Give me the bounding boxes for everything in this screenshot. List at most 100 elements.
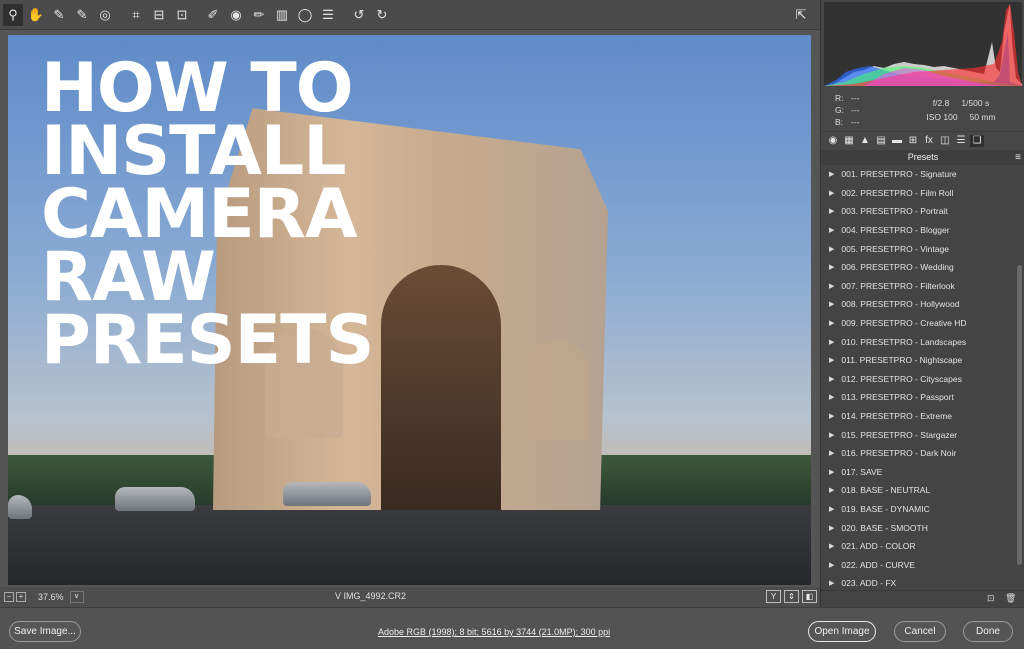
- g-value: ---: [851, 105, 860, 115]
- disclosure-triangle-icon[interactable]: ▶: [829, 189, 834, 197]
- preset-folder[interactable]: ▶ 014. PRESETPRO - Extreme: [821, 407, 1024, 426]
- panel-tab-icon[interactable]: fx: [922, 135, 936, 147]
- preset-folder[interactable]: ▶ 018. BASE - NEUTRAL: [821, 481, 1024, 500]
- preset-folder[interactable]: ▶ 022. ADD - CURVE: [821, 555, 1024, 574]
- disclosure-triangle-icon[interactable]: ▶: [829, 245, 834, 253]
- disclosure-triangle-icon[interactable]: ▶: [829, 579, 834, 587]
- preset-folder[interactable]: ▶ 011. PRESETPRO - Nightscape: [821, 351, 1024, 370]
- disclosure-triangle-icon[interactable]: ▶: [829, 226, 834, 234]
- panel-tab-icon[interactable]: ◉: [826, 135, 840, 147]
- headline-line: RAW: [41, 238, 216, 317]
- panel-tab-icon[interactable]: ◫: [938, 135, 952, 147]
- preset-folder[interactable]: ▶ 004. PRESETPRO - Blogger: [821, 221, 1024, 240]
- rotate-left-icon[interactable]: ↺: [349, 4, 369, 26]
- preset-folder[interactable]: ▶ 013. PRESETPRO - Passport: [821, 388, 1024, 407]
- panel-tab-icon[interactable]: ☰: [954, 135, 968, 147]
- preset-folder[interactable]: ▶ 007. PRESETPRO - Filterlook: [821, 277, 1024, 296]
- preset-folder[interactable]: ▶ 016. PRESETPRO - Dark Noir: [821, 444, 1024, 463]
- presets-header: Presets ≡: [821, 150, 1024, 165]
- graduated-filter-icon[interactable]: ▥: [272, 4, 292, 26]
- focal-length: 50 mm: [969, 112, 996, 122]
- panel-tab-icon[interactable]: ⊞: [906, 135, 920, 147]
- image-preview-area[interactable]: HOW TO INSTALL CAMERA RAW PRESETS: [0, 30, 820, 587]
- panel-tab-icon[interactable]: ▦: [842, 135, 856, 147]
- disclosure-triangle-icon[interactable]: ▶: [829, 300, 834, 308]
- hand-icon[interactable]: ✋: [26, 4, 46, 26]
- disclosure-triangle-icon[interactable]: ▶: [829, 282, 834, 290]
- zoom-out-button[interactable]: −: [4, 592, 14, 602]
- adjustment-brush-icon[interactable]: ✏: [249, 4, 269, 26]
- panel-tab-icon[interactable]: ▤: [874, 135, 888, 147]
- disclosure-triangle-icon[interactable]: ▶: [829, 393, 834, 401]
- preset-folder[interactable]: ▶ 006. PRESETPRO - Wedding: [821, 258, 1024, 277]
- filename[interactable]: V IMG_4992.CR2: [335, 591, 406, 601]
- panel-tab-icon[interactable]: ▬: [890, 135, 904, 147]
- transform-icon[interactable]: ⊡: [172, 4, 192, 26]
- photo-preview[interactable]: HOW TO INSTALL CAMERA RAW PRESETS: [8, 35, 811, 585]
- save-image-button[interactable]: Save Image...: [9, 621, 81, 642]
- crop-icon[interactable]: ⌗: [126, 4, 146, 26]
- before-after-toggle-button[interactable]: Y: [766, 590, 781, 603]
- car: [283, 482, 371, 506]
- delete-preset-icon[interactable]: 🗑: [1005, 593, 1016, 604]
- red-eye-icon[interactable]: ◉: [226, 4, 246, 26]
- preset-folder[interactable]: ▶ 009. PRESETPRO - Creative HD: [821, 314, 1024, 333]
- disclosure-triangle-icon[interactable]: ▶: [829, 542, 834, 550]
- preset-folder[interactable]: ▶ 005. PRESETPRO - Vintage: [821, 239, 1024, 258]
- disclosure-triangle-icon[interactable]: ▶: [829, 375, 834, 383]
- preset-list: ▶ 001. PRESETPRO - Signature ▶ 002. PRESETP…: [821, 165, 1024, 590]
- zoom-icon[interactable]: ⚲: [3, 3, 23, 26]
- preset-folder[interactable]: ▶ 017. SAVE: [821, 463, 1024, 482]
- disclosure-triangle-icon[interactable]: ▶: [829, 561, 834, 569]
- preset-folder[interactable]: ▶ 002. PRESETPRO - Film Roll: [821, 184, 1024, 203]
- disclosure-triangle-icon[interactable]: ▶: [829, 263, 834, 271]
- zoom-in-button[interactable]: +: [16, 592, 26, 602]
- preset-folder[interactable]: ▶ 001. PRESETPRO - Signature: [821, 165, 1024, 184]
- panel-tab-icon[interactable]: ▲: [858, 135, 872, 147]
- workflow-options-link[interactable]: Adobe RGB (1998); 8 bit; 5616 by 3744 (2…: [378, 627, 610, 637]
- disclosure-triangle-icon[interactable]: ▶: [829, 170, 834, 178]
- preset-folder[interactable]: ▶ 010. PRESETPRO - Landscapes: [821, 332, 1024, 351]
- disclosure-triangle-icon[interactable]: ▶: [829, 449, 834, 457]
- straighten-icon[interactable]: ⊟: [149, 4, 169, 26]
- panel-tab-icon[interactable]: ❏: [970, 134, 984, 147]
- preset-folder[interactable]: ▶ 020. BASE - SMOOTH: [821, 518, 1024, 537]
- disclosure-triangle-icon[interactable]: ▶: [829, 412, 834, 420]
- preset-folder[interactable]: ▶ 003. PRESETPRO - Portrait: [821, 202, 1024, 221]
- new-preset-icon[interactable]: ⊡: [987, 593, 995, 604]
- disclosure-triangle-icon[interactable]: ▶: [829, 468, 834, 476]
- disclosure-triangle-icon[interactable]: ▶: [829, 486, 834, 494]
- fullscreen-icon[interactable]: ⇱: [791, 4, 811, 26]
- open-image-button[interactable]: Open Image: [808, 621, 876, 642]
- cancel-button[interactable]: Cancel: [894, 621, 946, 642]
- done-button[interactable]: Done: [963, 621, 1013, 642]
- disclosure-triangle-icon[interactable]: ▶: [829, 356, 834, 364]
- preset-folder[interactable]: ▶ 012. PRESETPRO - Cityscapes: [821, 370, 1024, 389]
- disclosure-triangle-icon[interactable]: ▶: [829, 431, 834, 439]
- disclosure-triangle-icon[interactable]: ▶: [829, 505, 834, 513]
- swap-settings-button[interactable]: ⇕: [784, 590, 799, 603]
- status-bar: − + 37.6% ∨ V IMG_4992.CR2 Y ⇕ ◧: [0, 587, 820, 607]
- disclosure-triangle-icon[interactable]: ▶: [829, 319, 834, 327]
- preferences-icon[interactable]: ☰: [318, 4, 338, 26]
- white-balance-icon[interactable]: ✎: [49, 4, 69, 26]
- preset-folder[interactable]: ▶ 019. BASE - DYNAMIC: [821, 500, 1024, 519]
- color-sampler-icon[interactable]: ✎: [72, 4, 92, 26]
- disclosure-triangle-icon[interactable]: ▶: [829, 207, 834, 215]
- radial-filter-icon[interactable]: ◯: [295, 4, 315, 26]
- copy-settings-button[interactable]: ◧: [802, 590, 817, 603]
- disclosure-triangle-icon[interactable]: ▶: [829, 524, 834, 532]
- preset-folder[interactable]: ▶ 008. PRESETPRO - Hollywood: [821, 295, 1024, 314]
- zoom-dropdown[interactable]: ∨: [69, 591, 84, 603]
- preset-scrollbar[interactable]: [1017, 265, 1022, 565]
- preset-folder[interactable]: ▶ 023. ADD - FX: [821, 574, 1024, 590]
- histogram-graph: [824, 4, 1022, 86]
- preset-folder[interactable]: ▶ 021. ADD - COLOR: [821, 537, 1024, 556]
- disclosure-triangle-icon[interactable]: ▶: [829, 338, 834, 346]
- presets-menu-icon[interactable]: ≡: [1015, 150, 1021, 165]
- preset-folder[interactable]: ▶ 015. PRESETPRO - Stargazer: [821, 425, 1024, 444]
- targeted-adjustment-icon[interactable]: ◎: [95, 4, 115, 26]
- rotate-right-icon[interactable]: ↻: [372, 4, 392, 26]
- spot-removal-icon[interactable]: ✐: [203, 4, 223, 26]
- preset-folder-label: 001. PRESETPRO - Signature: [841, 169, 957, 180]
